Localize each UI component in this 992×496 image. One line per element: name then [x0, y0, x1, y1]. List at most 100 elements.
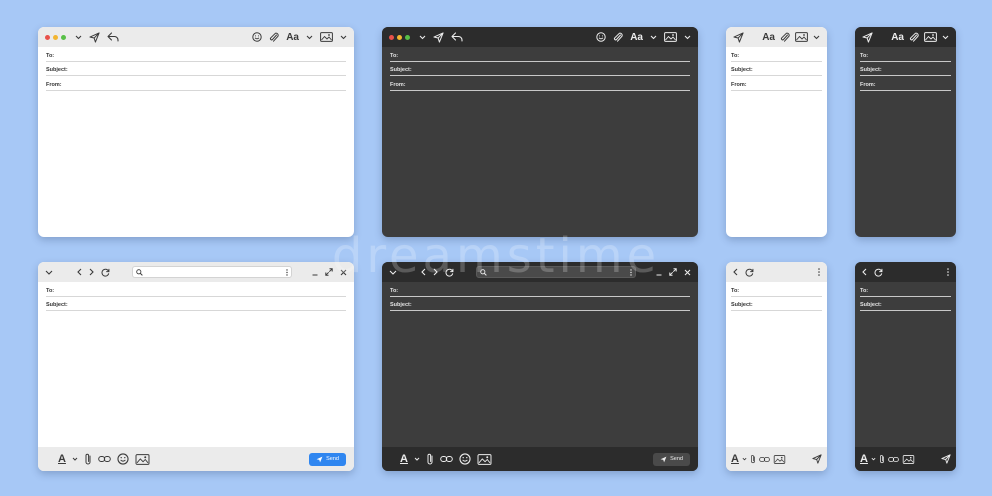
maximize-dot[interactable]: [405, 34, 410, 40]
chevron-down-icon[interactable]: [813, 35, 820, 40]
chevron-down-icon[interactable]: [389, 270, 397, 275]
image-icon[interactable]: [773, 454, 786, 464]
attachment-icon[interactable]: [909, 32, 919, 43]
message-body[interactable]: [726, 91, 827, 238]
message-body[interactable]: [855, 91, 956, 238]
chevron-down-icon[interactable]: [942, 35, 949, 40]
more-icon[interactable]: [630, 268, 632, 276]
from-field[interactable]: From:: [46, 76, 346, 91]
message-body[interactable]: [382, 311, 698, 447]
from-field[interactable]: From:: [860, 76, 951, 91]
chevron-down-icon[interactable]: [72, 457, 78, 461]
emoji-icon[interactable]: [459, 453, 471, 465]
to-field[interactable]: To:: [390, 47, 690, 62]
close-icon[interactable]: [684, 269, 691, 276]
to-field[interactable]: To:: [46, 47, 346, 62]
to-field[interactable]: To:: [860, 47, 951, 62]
refresh-icon[interactable]: [445, 268, 454, 277]
attachment-icon[interactable]: [426, 453, 434, 465]
minimize-dot[interactable]: [53, 34, 58, 40]
link-icon[interactable]: [440, 455, 453, 463]
from-field[interactable]: From:: [390, 76, 690, 91]
attachment-icon[interactable]: [879, 454, 885, 464]
expand-icon[interactable]: [669, 268, 677, 276]
send-icon[interactable]: [433, 31, 444, 43]
more-icon[interactable]: [947, 268, 949, 276]
refresh-icon[interactable]: [101, 268, 110, 277]
more-icon[interactable]: [286, 268, 288, 276]
message-body[interactable]: [726, 311, 827, 447]
message-body[interactable]: [382, 91, 698, 238]
search-input[interactable]: [132, 266, 292, 278]
back-icon[interactable]: [421, 268, 426, 276]
format-button[interactable]: Aa: [762, 32, 775, 43]
chevron-down-icon[interactable]: [340, 35, 347, 40]
subject-field[interactable]: Subject:: [860, 297, 951, 311]
subject-field[interactable]: Subject:: [390, 297, 690, 311]
chevron-down-icon[interactable]: [45, 270, 53, 275]
send-button[interactable]: Send: [309, 452, 346, 466]
reply-icon[interactable]: [451, 32, 463, 42]
close-dot[interactable]: [389, 34, 394, 40]
format-button[interactable]: Aa: [630, 32, 643, 43]
to-field[interactable]: To:: [731, 282, 822, 297]
forward-icon[interactable]: [433, 268, 438, 276]
font-style-button[interactable]: A: [731, 453, 739, 465]
image-icon[interactable]: [135, 453, 150, 465]
send-icon[interactable]: [812, 454, 822, 464]
image-icon[interactable]: [664, 32, 677, 42]
search-input[interactable]: [476, 266, 636, 278]
attachment-icon[interactable]: [613, 32, 623, 43]
chevron-down-icon[interactable]: [414, 457, 420, 461]
message-body[interactable]: [38, 91, 354, 238]
subject-field[interactable]: Subject:: [46, 62, 346, 76]
back-icon[interactable]: [77, 268, 82, 276]
reply-icon[interactable]: [107, 32, 119, 42]
subject-field[interactable]: Subject:: [860, 62, 951, 76]
subject-field[interactable]: Subject:: [731, 297, 822, 311]
minimize-icon[interactable]: [656, 269, 662, 276]
font-style-button[interactable]: A: [400, 453, 408, 465]
emoji-icon[interactable]: [252, 32, 262, 42]
link-icon[interactable]: [98, 455, 111, 463]
refresh-icon[interactable]: [745, 268, 754, 277]
link-icon[interactable]: [759, 456, 770, 463]
font-style-button[interactable]: A: [58, 453, 66, 465]
expand-icon[interactable]: [325, 268, 333, 276]
send-icon[interactable]: [733, 31, 744, 43]
close-icon[interactable]: [340, 269, 347, 276]
attachment-icon[interactable]: [750, 454, 756, 464]
font-style-button[interactable]: A: [860, 453, 868, 465]
maximize-dot[interactable]: [61, 34, 66, 40]
refresh-icon[interactable]: [874, 268, 883, 277]
format-button[interactable]: Aa: [286, 32, 299, 43]
message-body[interactable]: [855, 311, 956, 447]
emoji-icon[interactable]: [596, 32, 606, 42]
send-icon[interactable]: [862, 31, 873, 43]
send-icon[interactable]: [89, 31, 100, 43]
send-icon[interactable]: [941, 454, 951, 464]
chevron-down-icon[interactable]: [419, 35, 426, 40]
back-icon[interactable]: [733, 268, 738, 276]
minimize-dot[interactable]: [397, 34, 402, 40]
close-dot[interactable]: [45, 34, 50, 40]
to-field[interactable]: To:: [860, 282, 951, 297]
format-button[interactable]: Aa: [891, 32, 904, 43]
image-icon[interactable]: [477, 453, 492, 465]
from-field[interactable]: From:: [731, 76, 822, 91]
chevron-down-icon[interactable]: [684, 35, 691, 40]
attachment-icon[interactable]: [269, 32, 279, 43]
send-button[interactable]: Send: [653, 452, 690, 466]
more-icon[interactable]: [818, 268, 820, 276]
chevron-down-icon[interactable]: [650, 35, 657, 40]
attachment-icon[interactable]: [780, 32, 790, 43]
subject-field[interactable]: Subject:: [46, 297, 346, 311]
chevron-down-icon[interactable]: [871, 457, 876, 461]
back-icon[interactable]: [862, 268, 867, 276]
emoji-icon[interactable]: [117, 453, 129, 465]
to-field[interactable]: To:: [731, 47, 822, 62]
forward-icon[interactable]: [89, 268, 94, 276]
attachment-icon[interactable]: [84, 453, 92, 465]
minimize-icon[interactable]: [312, 269, 318, 276]
image-icon[interactable]: [902, 454, 915, 464]
